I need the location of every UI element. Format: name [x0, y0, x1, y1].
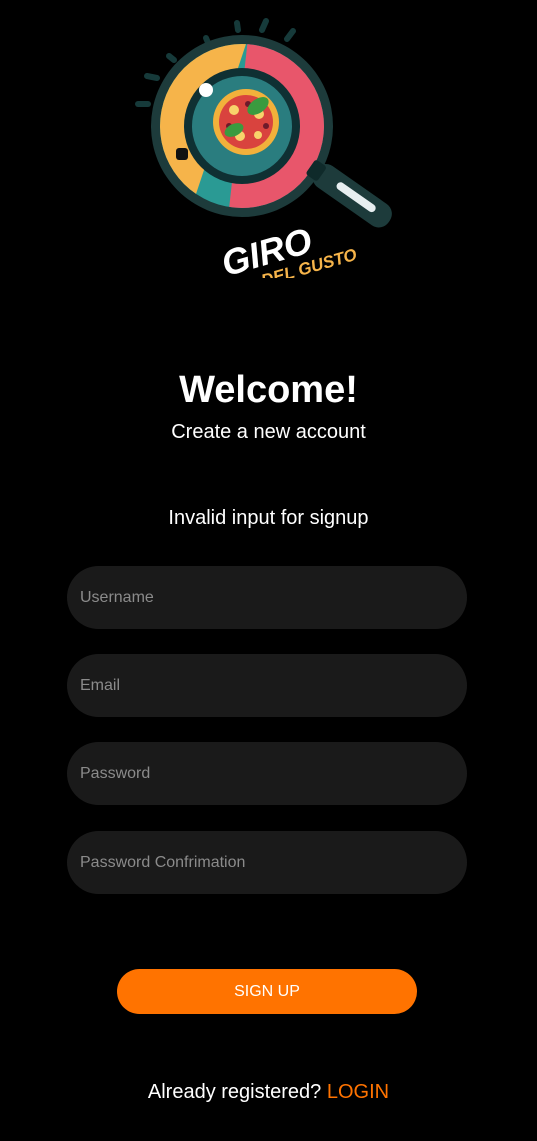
- giro-del-gusto-logo: GIRO DEL GUSTO: [135, 18, 392, 278]
- username-field[interactable]: [67, 566, 467, 629]
- welcome-heading: Welcome!: [179, 369, 358, 411]
- sign-up-button[interactable]: SIGN UP: [117, 969, 417, 1014]
- signup-page: GIRO DEL GUSTO Welcome! Create a new acc…: [0, 0, 537, 1141]
- subtitle: Create a new account: [171, 421, 366, 443]
- login-link[interactable]: LOGIN: [327, 1081, 389, 1103]
- email-field[interactable]: [67, 654, 467, 717]
- login-prompt: Already registered? LOGIN: [0, 1080, 537, 1104]
- password-confirmation-field[interactable]: [67, 831, 467, 894]
- login-prompt-text: Already registered?: [147, 1081, 327, 1103]
- password-field[interactable]: [67, 742, 467, 805]
- error-message: Invalid input for signup: [168, 507, 369, 529]
